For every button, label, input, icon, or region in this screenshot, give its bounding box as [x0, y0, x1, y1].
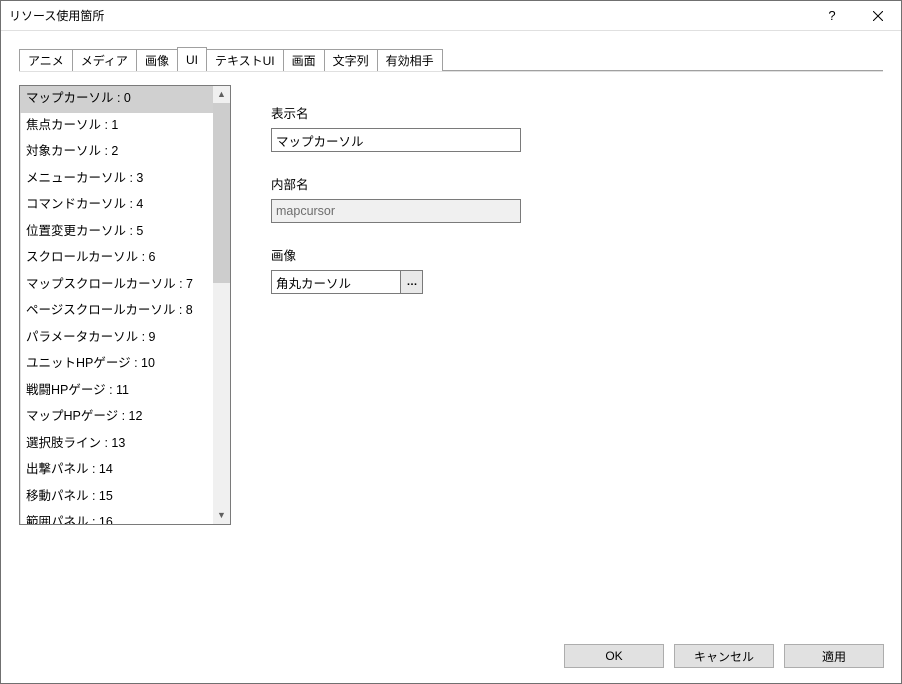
- display-name-label: 表示名: [271, 103, 521, 122]
- image-browse-button[interactable]: …: [401, 270, 423, 294]
- scroll-up-button[interactable]: ▲: [213, 86, 230, 103]
- tab-image[interactable]: 画像: [136, 49, 178, 71]
- list-item[interactable]: スクロールカーソル : 6: [20, 245, 213, 272]
- scroll-track[interactable]: [213, 103, 230, 507]
- scroll-thumb[interactable]: [213, 103, 230, 283]
- list-item[interactable]: 範囲パネル : 16: [20, 510, 213, 524]
- content-area: アニメ メディア 画像 UI テキストUI 画面 文字列 有効相手 マップカーソ…: [1, 31, 901, 525]
- list-item[interactable]: ユニットHPゲージ : 10: [20, 351, 213, 378]
- list-item[interactable]: 出撃パネル : 14: [20, 457, 213, 484]
- image-label: 画像: [271, 245, 521, 264]
- list-item[interactable]: 位置変更カーソル : 5: [20, 219, 213, 246]
- list-item[interactable]: 選択肢ライン : 13: [20, 431, 213, 458]
- tab-screen[interactable]: 画面: [283, 49, 325, 71]
- apply-button[interactable]: 適用: [784, 644, 884, 668]
- list-scrollbar[interactable]: ▲ ▼: [213, 86, 230, 524]
- list-item[interactable]: マップHPゲージ : 12: [20, 404, 213, 431]
- internal-name-group: 内部名: [271, 174, 521, 223]
- tab-media[interactable]: メディア: [72, 49, 137, 71]
- list-item[interactable]: コマンドカーソル : 4: [20, 192, 213, 219]
- dialog-button-bar: OK キャンセル 適用: [564, 644, 884, 668]
- window-title: リソース使用箇所: [1, 7, 809, 24]
- help-button[interactable]: ?: [809, 1, 855, 31]
- tab-strip: アニメ メディア 画像 UI テキストUI 画面 文字列 有効相手: [19, 47, 883, 71]
- image-value-input[interactable]: [271, 270, 401, 294]
- tab-valid-target[interactable]: 有効相手: [377, 49, 443, 71]
- list-item[interactable]: 戦闘HPゲージ : 11: [20, 378, 213, 405]
- list-item[interactable]: マップカーソル : 0: [20, 86, 213, 113]
- list-item[interactable]: 移動パネル : 15: [20, 484, 213, 511]
- list-item[interactable]: メニューカーソル : 3: [20, 166, 213, 193]
- tab-string[interactable]: 文字列: [324, 49, 378, 71]
- panel-body: マップカーソル : 0 焦点カーソル : 1 対象カーソル : 2 メニューカー…: [19, 85, 883, 525]
- display-name-input[interactable]: [271, 128, 521, 152]
- list-item[interactable]: マップスクロールカーソル : 7: [20, 272, 213, 299]
- image-combo-row: …: [271, 270, 521, 294]
- form-area: 表示名 内部名 画像 …: [271, 85, 521, 525]
- close-button[interactable]: [855, 1, 901, 31]
- image-group: 画像 …: [271, 245, 521, 294]
- cancel-button[interactable]: キャンセル: [674, 644, 774, 668]
- internal-name-input: [271, 199, 521, 223]
- chevron-up-icon: ▲: [217, 90, 226, 99]
- titlebar: リソース使用箇所 ?: [1, 1, 901, 31]
- scroll-down-button[interactable]: ▼: [213, 507, 230, 524]
- resource-listbox[interactable]: マップカーソル : 0 焦点カーソル : 1 対象カーソル : 2 メニューカー…: [19, 85, 231, 525]
- list-items-container: マップカーソル : 0 焦点カーソル : 1 対象カーソル : 2 メニューカー…: [20, 86, 213, 524]
- close-icon: [873, 11, 883, 21]
- list-item[interactable]: ページスクロールカーソル : 8: [20, 298, 213, 325]
- tab-ui[interactable]: UI: [177, 47, 207, 71]
- list-item[interactable]: パラメータカーソル : 9: [20, 325, 213, 352]
- display-name-group: 表示名: [271, 103, 521, 152]
- chevron-down-icon: ▼: [217, 511, 226, 520]
- ok-button[interactable]: OK: [564, 644, 664, 668]
- internal-name-label: 内部名: [271, 174, 521, 193]
- list-item[interactable]: 焦点カーソル : 1: [20, 113, 213, 140]
- tab-text-ui[interactable]: テキストUI: [206, 49, 284, 71]
- list-item[interactable]: 対象カーソル : 2: [20, 139, 213, 166]
- ellipsis-icon: …: [407, 276, 417, 288]
- tab-anime[interactable]: アニメ: [19, 49, 73, 71]
